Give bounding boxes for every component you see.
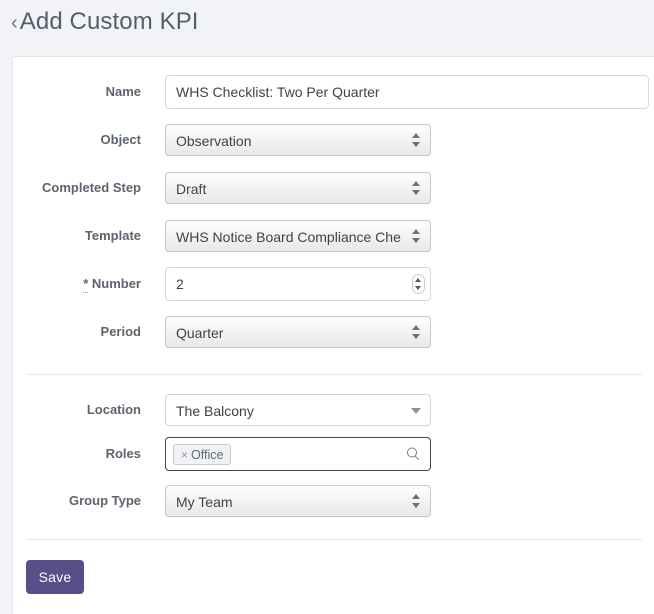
page-title: ‹Add Custom KPI — [11, 8, 199, 36]
chevron-down-icon — [411, 408, 421, 414]
template-select[interactable]: WHS Notice Board Compliance Che — [165, 220, 431, 252]
chevron-updown-icon — [412, 324, 421, 340]
search-icon[interactable] — [407, 448, 420, 461]
label-name: Name — [13, 75, 141, 109]
chevron-updown-icon — [412, 228, 421, 244]
label-location: Location — [13, 393, 141, 427]
object-select-value: Observation — [176, 125, 402, 157]
label-group-type: Group Type — [13, 484, 141, 518]
role-tag-office[interactable]: ×Office — [173, 444, 231, 465]
section-divider-1 — [26, 374, 642, 375]
label-number-text: Number — [92, 276, 141, 291]
remove-tag-icon[interactable]: × — [181, 448, 188, 462]
label-number: * Number — [13, 267, 141, 301]
label-period: Period — [13, 315, 141, 349]
period-select-value: Quarter — [176, 317, 402, 349]
chevron-updown-icon — [412, 493, 421, 509]
chevron-updown-icon — [412, 180, 421, 196]
save-button[interactable]: Save — [26, 560, 84, 594]
roles-multiselect[interactable]: ×Office — [165, 437, 431, 471]
location-select[interactable]: The Balcony — [165, 394, 431, 426]
group-type-select[interactable]: My Team — [165, 485, 431, 517]
completed-step-select-value: Draft — [176, 173, 402, 205]
chevron-updown-icon — [412, 132, 421, 148]
period-select[interactable]: Quarter — [165, 316, 431, 348]
role-tag-label: Office — [191, 448, 223, 462]
label-roles: Roles — [13, 437, 141, 471]
object-select[interactable]: Observation — [165, 124, 431, 156]
location-select-value: The Balcony — [176, 395, 404, 427]
label-object: Object — [13, 123, 141, 157]
page-title-text: Add Custom KPI — [20, 8, 199, 35]
group-type-select-value: My Team — [176, 486, 402, 518]
number-field — [165, 267, 431, 301]
form-card: Name Object Observation Completed Step — [12, 56, 654, 614]
number-stepper[interactable] — [412, 274, 425, 294]
number-input[interactable] — [165, 267, 431, 301]
section-divider-2 — [26, 539, 642, 540]
template-select-value: WHS Notice Board Compliance Che — [176, 221, 402, 253]
required-marker: * — [83, 276, 88, 293]
back-chevron-icon[interactable]: ‹ — [11, 12, 18, 34]
label-template: Template — [13, 219, 141, 253]
page-header: ‹Add Custom KPI — [0, 0, 654, 56]
completed-step-select[interactable]: Draft — [165, 172, 431, 204]
page-root: ‹Add Custom KPI Name Object Observation — [0, 0, 654, 614]
label-completed-step: Completed Step — [13, 171, 141, 205]
name-input[interactable] — [165, 75, 649, 109]
